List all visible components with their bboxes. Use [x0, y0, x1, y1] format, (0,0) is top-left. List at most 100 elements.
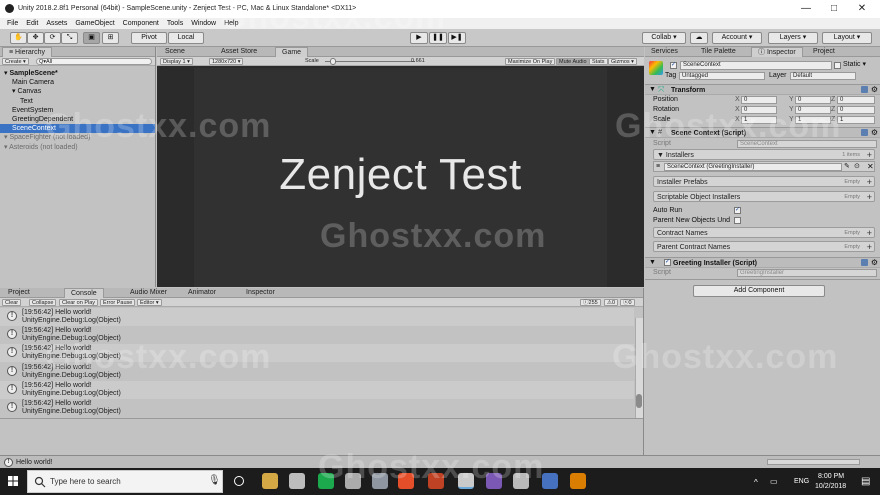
- transform-x-field[interactable]: 1: [741, 116, 777, 124]
- collapse-button[interactable]: Collapse: [29, 299, 57, 306]
- transform-y-field[interactable]: 1: [795, 116, 831, 124]
- scale-slider-handle[interactable]: [329, 58, 336, 65]
- console-log-entry[interactable]: ! [19:56:42] Hello world! UnityEngine.Debu…: [0, 362, 634, 381]
- scale-slider[interactable]: [325, 61, 415, 62]
- vlc-icon[interactable]: [570, 473, 586, 489]
- pivot-toggle-button[interactable]: Pivot: [131, 32, 167, 44]
- tab-console[interactable]: Console: [64, 288, 104, 298]
- transform-z-field[interactable]: 0: [837, 106, 875, 114]
- transform-z-field[interactable]: 1: [837, 116, 875, 124]
- tab-hierarchy[interactable]: ≡ Hierarchy: [2, 47, 52, 57]
- help-icon[interactable]: [861, 86, 868, 93]
- file-explorer-icon[interactable]: [262, 473, 278, 489]
- drag-handle-icon[interactable]: ≡: [656, 163, 660, 170]
- clock-date[interactable]: 10/2/2018: [815, 483, 846, 490]
- minimize-icon[interactable]: —: [796, 2, 816, 16]
- language-indicator[interactable]: ENG: [794, 478, 809, 485]
- menu-assets[interactable]: Assets: [42, 18, 71, 29]
- error-count-toggle[interactable]: ⓧ0: [620, 299, 635, 306]
- add-parent-contract-icon[interactable]: +: [867, 242, 872, 252]
- transform-x-field[interactable]: 0: [741, 96, 777, 104]
- settings-gear-icon[interactable]: ⚙: [871, 128, 878, 137]
- spotify-icon[interactable]: [318, 473, 334, 489]
- account-dropdown[interactable]: Account ▾: [712, 32, 762, 44]
- menu-help[interactable]: Help: [220, 18, 242, 29]
- hierarchy-item[interactable]: Main Camera: [0, 78, 155, 87]
- resolution-dropdown[interactable]: 1280x720 ▾: [209, 58, 244, 65]
- status-message[interactable]: Hello world!: [16, 458, 53, 467]
- clear-button[interactable]: Clear: [2, 299, 22, 306]
- add-contract-icon[interactable]: +: [867, 228, 872, 238]
- microphone-icon[interactable]: 🎙: [208, 475, 221, 486]
- cortana-icon[interactable]: [234, 476, 244, 486]
- layers-dropdown[interactable]: Layers ▾: [768, 32, 818, 44]
- create-dropdown[interactable]: Create ▾: [2, 58, 29, 65]
- tab-project-right[interactable]: Project: [807, 47, 841, 57]
- console-scrollbar-thumb[interactable]: [636, 394, 642, 408]
- powerpoint-icon[interactable]: [428, 473, 444, 489]
- app-icon[interactable]: [542, 473, 558, 489]
- pencil-icon[interactable]: ✎: [844, 162, 850, 170]
- help-icon[interactable]: [861, 259, 868, 266]
- game-canvas[interactable]: Zenject Test: [194, 68, 607, 287]
- defender-icon[interactable]: [513, 473, 529, 489]
- brave-icon[interactable]: [398, 473, 414, 489]
- stats-toggle[interactable]: Stats: [589, 58, 608, 65]
- tab-tile-palette[interactable]: Tile Palette: [695, 47, 742, 57]
- static-dropdown[interactable]: Static ▾: [843, 60, 866, 69]
- greeting-enabled-checkbox[interactable]: ✓: [664, 259, 671, 266]
- menu-gameobject[interactable]: GameObject: [71, 18, 118, 29]
- console-log-entry[interactable]: ! [19:56:42] Hello world! UnityEngine.Debu…: [0, 344, 634, 363]
- hierarchy-item[interactable]: EventSystem: [0, 106, 155, 115]
- hierarchy-item[interactable]: GreetingDependent: [0, 115, 155, 124]
- console-log-entry[interactable]: ! [19:56:42] Hello world! UnityEngine.Debu…: [0, 326, 634, 345]
- tab-services[interactable]: Services: [645, 47, 684, 57]
- help-icon[interactable]: [861, 129, 868, 136]
- taskbar-search-input[interactable]: Type here to search 🎙: [27, 470, 223, 493]
- hierarchy-item[interactable]: ▾ SampleScene*: [0, 69, 155, 78]
- network-icon[interactable]: ▭: [770, 477, 778, 486]
- tab-audio-mixer[interactable]: Audio Mixer: [124, 288, 173, 298]
- collab-button[interactable]: Collab ▾: [642, 32, 686, 44]
- cloud-icon[interactable]: ☁: [690, 32, 708, 44]
- scriptable-installers-list[interactable]: Scriptable Object Installers Empty +: [653, 191, 875, 202]
- error-pause-toggle[interactable]: Error Pause: [100, 299, 136, 306]
- parent-new-objects-checkbox[interactable]: [734, 217, 741, 224]
- photos-icon[interactable]: [345, 473, 361, 489]
- menu-component[interactable]: Component: [119, 18, 163, 29]
- add-installer-icon[interactable]: +: [867, 150, 872, 160]
- menu-edit[interactable]: Edit: [22, 18, 42, 29]
- hierarchy-item[interactable]: ▾ Canvas: [0, 87, 155, 96]
- tray-arrow-icon[interactable]: ^: [754, 478, 758, 487]
- tab-game[interactable]: Game: [275, 47, 309, 57]
- transform-y-field[interactable]: 0: [795, 96, 831, 104]
- unity-hub-icon[interactable]: [372, 473, 388, 489]
- remove-installer-icon[interactable]: ✕: [867, 162, 874, 171]
- hierarchy-item[interactable]: SceneContext: [0, 124, 155, 134]
- step-button[interactable]: ▶❚: [448, 32, 466, 44]
- static-checkbox[interactable]: [834, 62, 841, 69]
- hierarchy-item[interactable]: ▾ SpaceFighter (not loaded): [0, 133, 155, 142]
- scale-tool-icon[interactable]: ⤡: [61, 32, 78, 44]
- hierarchy-item[interactable]: Text: [0, 97, 155, 106]
- contract-names-list[interactable]: Contract Names Empty +: [653, 227, 875, 238]
- transform-x-field[interactable]: 0: [741, 106, 777, 114]
- settings-gear-icon[interactable]: ⚙: [871, 85, 878, 94]
- tab-asset-store[interactable]: Asset Store: [215, 47, 263, 57]
- tab-animator[interactable]: Animator: [182, 288, 222, 298]
- warning-count-toggle[interactable]: ⚠0: [604, 299, 618, 306]
- pause-button[interactable]: ❚❚: [429, 32, 447, 44]
- transform-tool-icon[interactable]: ⊞: [102, 32, 119, 44]
- editor-dropdown[interactable]: Editor ▾: [137, 299, 162, 306]
- menu-tools[interactable]: Tools: [163, 18, 187, 29]
- mute-audio-toggle[interactable]: Mute Audio: [556, 58, 590, 65]
- settings-gear-icon[interactable]: ⚙: [871, 258, 878, 267]
- display-dropdown[interactable]: Display 1 ▾: [160, 58, 193, 65]
- play-button[interactable]: ▶: [410, 32, 428, 44]
- visual-studio-icon[interactable]: [486, 473, 502, 489]
- clear-on-play-toggle[interactable]: Clear on Play: [59, 299, 99, 306]
- tag-dropdown[interactable]: Untagged: [679, 72, 765, 80]
- maximize-icon[interactable]: □: [824, 2, 844, 16]
- obs-icon[interactable]: [289, 473, 305, 489]
- scene-context-header[interactable]: ▼ # Scene Context (Script) ⚙: [645, 127, 880, 138]
